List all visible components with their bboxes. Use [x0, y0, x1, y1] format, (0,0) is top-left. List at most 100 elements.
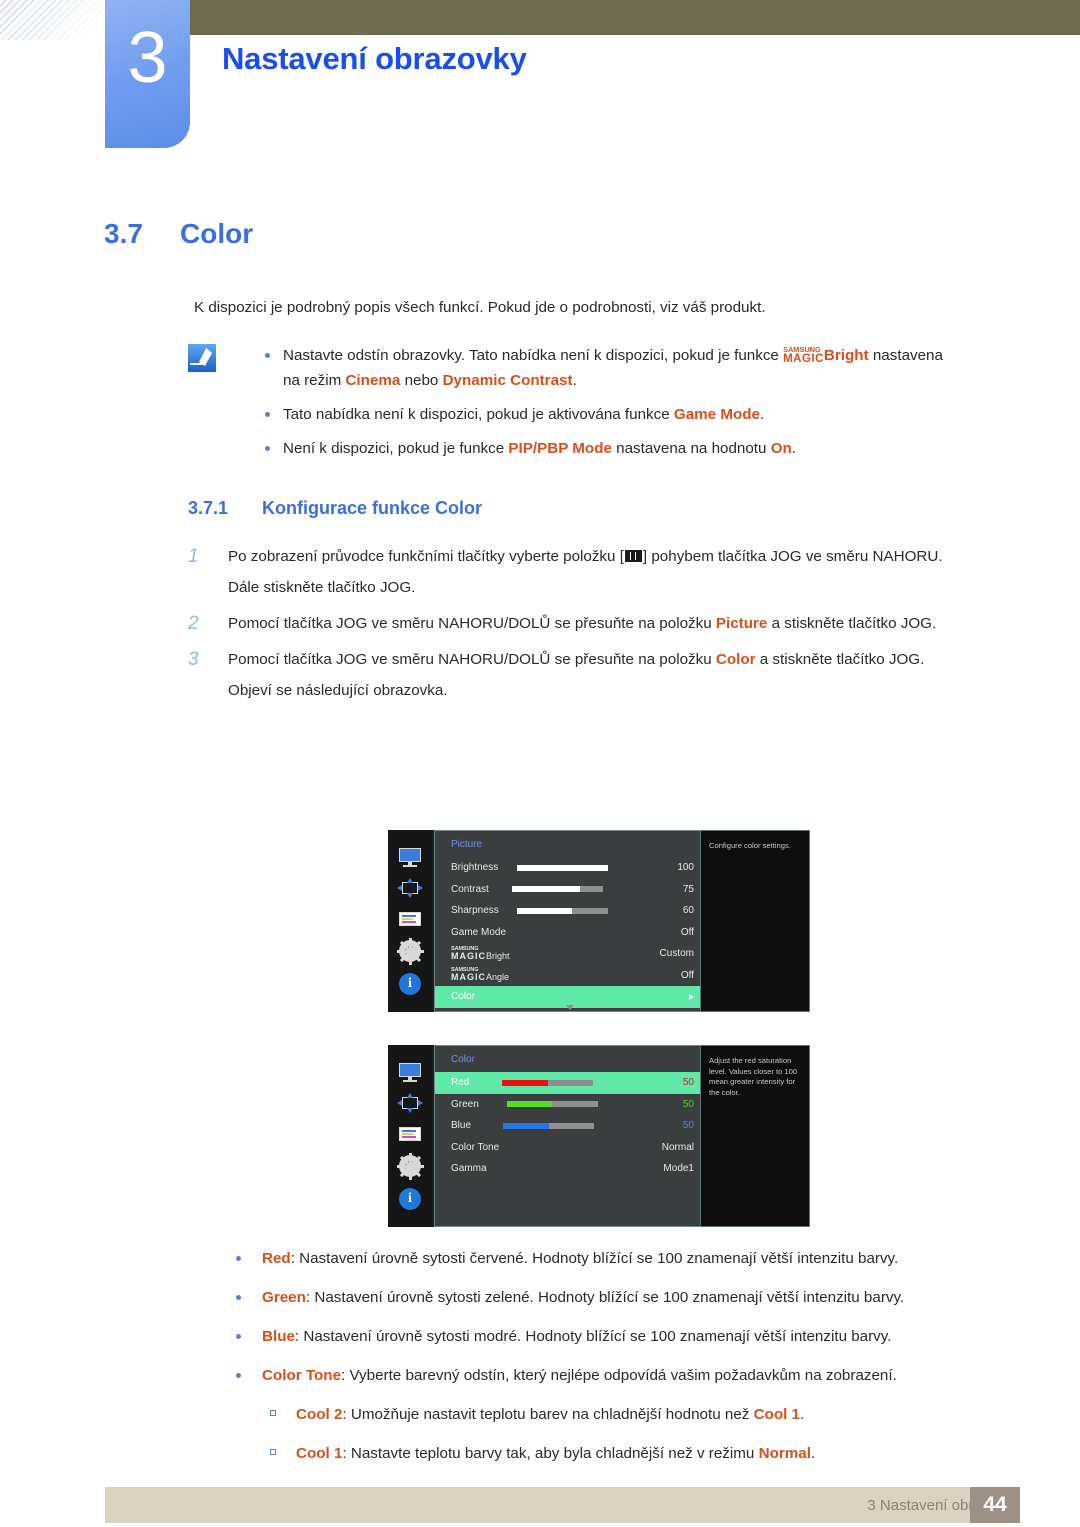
bullet-text: : Nastavení úrovně sytosti červené. Hodn…: [290, 1250, 899, 1267]
osd-label: Game Mode: [451, 926, 507, 938]
step-number: 3: [188, 649, 199, 670]
list-item: Tato nabídka není k dispozici, pokud je …: [255, 402, 955, 427]
osd-slider-track[interactable]: [489, 886, 636, 893]
keyword-on: On: [770, 440, 792, 457]
step-3: 3 Pomocí tlačítka JOG ve směru NAHORU/DOL…: [188, 646, 988, 704]
section-number: 3.7: [104, 218, 143, 249]
osd-screenshot-picture: i Picture Brightness 100 Contrast 75 Sha…: [388, 830, 810, 1012]
step-3-text-b: a stiskněte tlačítko JOG.: [755, 651, 925, 668]
keyword-normal: Normal: [758, 1445, 811, 1462]
osd-row-sharpness[interactable]: Sharpness 60: [435, 900, 704, 922]
osd-row-green[interactable]: Green 50: [435, 1094, 704, 1116]
bullet-square: [270, 1410, 276, 1416]
bullet-square: [270, 1449, 276, 1455]
bullet-dot: [265, 353, 270, 358]
osd-title: Color: [451, 1054, 475, 1065]
step-2-text-b: a stiskněte tlačítko JOG.: [767, 615, 937, 632]
header-olive-bar: [190, 0, 1080, 35]
osd-row-gamma[interactable]: Gamma Mode1: [435, 1158, 704, 1180]
intro-paragraph: K dispozici je podrobný popis všech funk…: [194, 299, 766, 316]
osd-menu-icon[interactable]: [397, 1124, 423, 1144]
osd-row-blue[interactable]: Blue 50: [435, 1115, 704, 1137]
osd-value: Normal: [661, 1141, 694, 1153]
osd-title: Picture: [451, 839, 483, 850]
keyword-green: Green: [262, 1289, 306, 1306]
osd-menu-panel: Color Red 50 Green 50 Blue 50 Color Tone…: [434, 1045, 705, 1227]
samsung-magic-logo: SAMSUNG MAGIC: [783, 346, 824, 365]
chapter-number: 3: [127, 18, 168, 98]
step-2: 2 Pomocí tlačítka JOG ve směru NAHORU/DOL…: [188, 610, 988, 637]
osd-label: Color: [451, 991, 475, 1003]
osd-label-magicangle: SAMSUNG MAGICAngle: [451, 967, 509, 983]
step-number: 1: [188, 546, 199, 567]
bullet-dot: [265, 446, 270, 451]
bullet-dot: [236, 1256, 241, 1261]
step-number: 2: [188, 613, 199, 634]
osd-label: Red: [451, 1077, 470, 1089]
osd-slider-track[interactable]: [469, 1079, 636, 1086]
osd-row-magicangle[interactable]: SAMSUNG MAGICAngle Off: [435, 965, 704, 987]
osd-slider-track[interactable]: [499, 907, 636, 914]
bullet-dot: [236, 1295, 241, 1300]
osd-help-text: Configure color settings.: [700, 830, 810, 1012]
subbullet-text: : Umožňuje nastavit teplotu barev na chl…: [342, 1406, 754, 1423]
gear-icon[interactable]: [396, 937, 424, 965]
hatch-decoration: [0, 0, 108, 40]
info-icon[interactable]: i: [399, 973, 421, 995]
osd-menu-panel: Picture Brightness 100 Contrast 75 Sharp…: [434, 830, 705, 1012]
osd-row-brightness[interactable]: Brightness 100: [435, 857, 704, 879]
magic-suffix: Bright: [486, 950, 510, 961]
osd-menu-icon[interactable]: [397, 909, 423, 929]
gear-icon[interactable]: [396, 1152, 424, 1180]
osd-row-color-tone[interactable]: Color Tone Normal: [435, 1137, 704, 1159]
list-item: Nastavte odstín obrazovky. Tato nabídka …: [255, 343, 955, 393]
note-text-1d: .: [572, 372, 577, 389]
list-item: Color Tone: Vyberte barevný odstín, kter…: [228, 1365, 1018, 1387]
monitor-icon[interactable]: [397, 847, 423, 867]
note-pen-icon: [186, 344, 220, 374]
osd-value: Custom: [659, 948, 694, 960]
subbullet-text-end: .: [800, 1406, 805, 1423]
chevron-down-icon[interactable]: [565, 1005, 574, 1010]
bullet-text: : Vyberte barevný odstín, který nejlépe …: [341, 1367, 897, 1384]
resize-icon[interactable]: [397, 1093, 423, 1113]
osd-value: 50: [682, 1120, 694, 1132]
steps-list: 1 Po zobrazení průvodce funkčními tlačítk…: [188, 543, 988, 713]
info-icon[interactable]: i: [399, 1188, 421, 1210]
osd-value: 50: [682, 1077, 694, 1089]
resize-icon[interactable]: [397, 878, 423, 898]
bullet-text: : Nastavení úrovně sytosti zelené. Hodno…: [305, 1289, 905, 1306]
list-item: Red: Nastavení úrovně sytosti červené. H…: [228, 1248, 1018, 1270]
list-item: Green: Nastavení úrovně sytosti zelené. …: [228, 1287, 1018, 1309]
osd-row-magicbright[interactable]: SAMSUNG MAGICBright Custom: [435, 943, 704, 965]
osd-row-contrast[interactable]: Contrast 75: [435, 879, 704, 901]
list-item: Není k dispozici, pokud je funkce PIP/PB…: [255, 436, 955, 461]
osd-value: 75: [682, 883, 694, 895]
step-1-sub: Dále stiskněte tlačítko JOG.: [228, 579, 416, 596]
step-1-text-b: ] pohybem tlačítka JOG ve směru NAHORU.: [642, 548, 943, 565]
step-2-text-a: Pomocí tlačítka JOG ve směru NAHORU/DOLŮ…: [228, 615, 716, 632]
osd-slider-track[interactable]: [479, 1101, 636, 1108]
page-number: 44: [970, 1487, 1020, 1523]
osd-value: 50: [682, 1098, 694, 1110]
magic-suffix: Angle: [486, 972, 510, 983]
osd-label: Blue: [451, 1120, 472, 1132]
osd-sidebar: i: [388, 1045, 432, 1227]
bottom-bullet-list: Red: Nastavení úrovně sytosti červené. H…: [228, 1248, 1018, 1482]
osd-label: Contrast: [451, 883, 489, 895]
note-text-3b: nastavena na hodnotu: [611, 440, 771, 457]
keyword-cool1-ref: Cool 1: [753, 1406, 801, 1423]
step-1-text-a: Po zobrazení průvodce funkčními tlačítky…: [228, 548, 624, 565]
osd-label: Green: [451, 1098, 479, 1110]
monitor-icon[interactable]: [397, 1062, 423, 1082]
list-item-sub: Cool 1: Nastavte teplotu barvy tak, aby …: [228, 1443, 1018, 1465]
osd-row-red[interactable]: Red 50: [435, 1072, 704, 1094]
list-item-sub: Cool 2: Umožňuje nastavit teplotu barev …: [228, 1404, 1018, 1426]
osd-slider-track[interactable]: [498, 864, 636, 871]
osd-row-game-mode[interactable]: Game Mode Off: [435, 922, 704, 944]
magic-big: MAGIC: [451, 972, 486, 983]
osd-slider-track[interactable]: [471, 1122, 636, 1129]
osd-label: Brightness: [451, 862, 499, 874]
step-3-text-a: Pomocí tlačítka JOG ve směru NAHORU/DOLŮ…: [228, 651, 716, 668]
subsection-title: Konfigurace funkce Color: [262, 498, 483, 518]
